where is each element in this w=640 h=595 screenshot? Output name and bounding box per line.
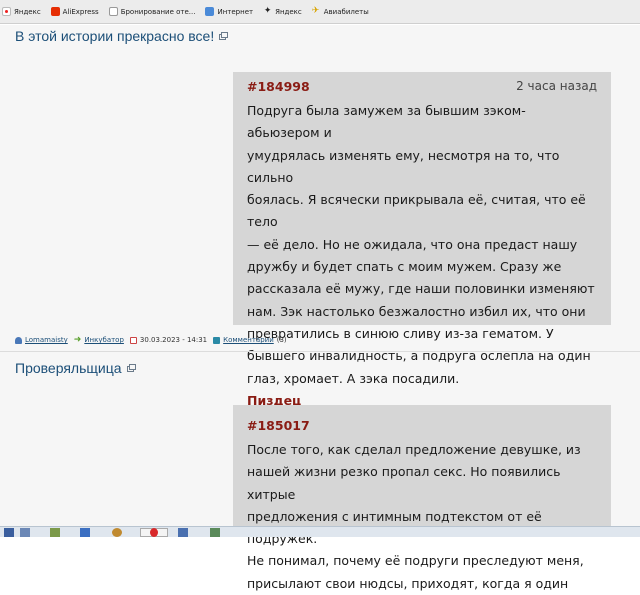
star-icon: ✦ <box>263 6 272 16</box>
yandex-icon <box>2 7 11 16</box>
globe-icon <box>205 7 215 16</box>
comments-link[interactable]: Комментарии <box>223 336 274 344</box>
meta-date: 30.03.2023 - 14:31 <box>129 336 208 344</box>
aliexpress-icon <box>50 7 60 16</box>
plane-icon: ✈ <box>311 6 320 16</box>
story-line: боялась. Я всячески прикрывала её, счита… <box>247 192 586 230</box>
post-date: 30.03.2023 - 14:31 <box>139 336 208 344</box>
post-meta: Lomamaisty ➜ Инкубатор 30.03.2023 - 14:3… <box>15 333 615 347</box>
bookmark-yandex-2[interactable]: ✦ Яндекс <box>263 7 302 16</box>
story-card: #185017 После того, как сделал предложен… <box>233 405 611 591</box>
post-divider <box>0 351 640 352</box>
bookmark-label: Яндекс <box>14 7 41 16</box>
bookmarks-bar: Яндекс AliExpress Бронирование оте... Ин… <box>0 0 640 24</box>
calendar-icon <box>129 336 137 344</box>
post-title[interactable]: Проверяльщица <box>15 360 136 376</box>
story-header: #185017 <box>247 417 597 433</box>
meta-category[interactable]: ➜ Инкубатор <box>73 334 124 345</box>
story-line: нашей жизни резко пропал секс. Но появил… <box>247 464 561 502</box>
bookmark-internet[interactable]: Интернет <box>205 7 253 16</box>
external-link-icon[interactable] <box>219 32 229 40</box>
bookmark-label: Яндекс <box>275 7 302 16</box>
story-header: #184998 2 часа назад <box>247 78 597 94</box>
story-line: нам. Зэк настолько безжалостно избил их,… <box>247 303 586 319</box>
meta-comments[interactable]: Комментарии (3) <box>213 336 287 344</box>
story-line: — её дело. Но не ожидала, что она предас… <box>247 236 578 252</box>
story-line: Не понимал, почему её подруги преследуют… <box>247 553 584 569</box>
bookmark-avia[interactable]: ✈ Авиабилеты <box>312 7 369 16</box>
story-line: умудрялась изменять ему, несмотря на то,… <box>247 147 560 185</box>
bookmark-booking[interactable]: Бронирование оте... <box>108 7 196 16</box>
bookmark-label: Бронирование оте... <box>120 7 196 16</box>
story-line: рассказала её мужу, где наши половинки и… <box>247 281 595 297</box>
bookmark-label: AliExpress <box>62 7 99 16</box>
author-link[interactable]: Lomamaisty <box>25 336 68 344</box>
story-text: После того, как сделал предложение девуш… <box>247 439 597 595</box>
bookmark-aliexpress[interactable]: AliExpress <box>50 7 99 16</box>
bookmark-label: Интернет <box>217 7 254 16</box>
story-line: бывшего инвалидность, а подруга ослепла … <box>247 348 591 364</box>
user-icon <box>15 336 22 344</box>
page-content: В этой истории прекрасно все! #184998 2 … <box>0 25 640 591</box>
story-line: После того, как сделал предложение девуш… <box>247 442 581 457</box>
meta-author[interactable]: Lomamaisty <box>15 336 68 344</box>
post-title[interactable]: В этой истории прекрасно все! <box>15 28 229 44</box>
story-card: #184998 2 часа назад Подруга была замуже… <box>233 72 611 408</box>
story-line: Подруга была замужем за бывшим зэком-абь… <box>247 103 526 141</box>
story-line: дружбу и будет спать с моим мужем. Сразу… <box>247 259 562 275</box>
comments-count: (3) <box>276 336 287 344</box>
taskbar <box>0 526 640 537</box>
document-icon <box>108 7 118 16</box>
arrow-right-icon: ➜ <box>73 334 82 345</box>
comments-icon <box>213 336 221 344</box>
bookmark-label: Авиабилеты <box>323 7 369 16</box>
story-id-link[interactable]: #185017 <box>247 418 310 433</box>
story-timestamp: 2 часа назад <box>516 79 597 93</box>
story-id-link[interactable]: #184998 <box>247 79 310 94</box>
story-line: глаз, хромает. А зэка посадили. <box>247 370 460 386</box>
external-link-icon[interactable] <box>126 364 136 372</box>
post-title-text[interactable]: Проверяльщица <box>15 360 122 376</box>
post-title-text[interactable]: В этой истории прекрасно все! <box>15 28 214 44</box>
category-link[interactable]: Инкубатор <box>84 336 124 344</box>
bookmark-yandex[interactable]: Яндекс <box>2 7 41 16</box>
story-line: присылают свои нюдсы, приходят, когда я … <box>247 575 569 591</box>
